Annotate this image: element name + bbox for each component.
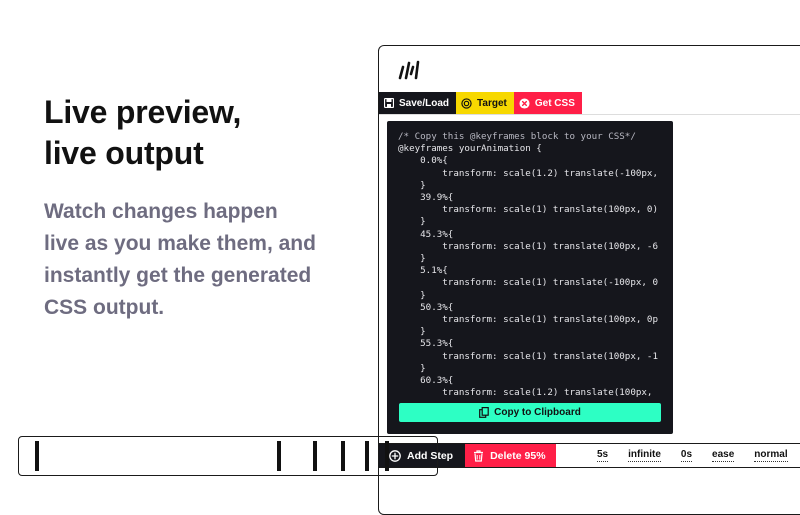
hero-headline-line: live output xyxy=(44,135,204,171)
hero-description-line: live as you make them, and xyxy=(44,232,316,255)
code-line: transform: scale(1.2) translate(100px, xyxy=(398,387,658,399)
code-line: 55.3%{ xyxy=(398,338,454,350)
code-line: transform: scale(1) translate(100px, 0p xyxy=(398,314,658,326)
code-line: } xyxy=(398,216,426,228)
code-line: 45.3%{ xyxy=(398,228,454,240)
code-line: 39.9%{ xyxy=(398,192,454,204)
keyframe-timeline[interactable] xyxy=(18,436,438,476)
keyframe-marker[interactable] xyxy=(313,441,317,471)
hero-description-line: CSS output. xyxy=(44,296,165,319)
hero-headline-line: Live preview, xyxy=(44,94,242,130)
delete-step-button[interactable]: Delete 95% xyxy=(465,444,556,467)
code-line: } xyxy=(398,289,426,301)
code-line: } xyxy=(398,362,426,374)
delay-setting[interactable]: 0s xyxy=(680,449,693,462)
hero-description-line: Watch changes happen xyxy=(44,200,278,223)
keyframe-marker[interactable] xyxy=(365,441,369,471)
code-line: } xyxy=(398,253,426,265)
get-css-label: Get CSS xyxy=(534,97,575,109)
toolbar: Save/Load Target Get CSS xyxy=(379,92,582,114)
keyframe-marker[interactable] xyxy=(385,441,389,471)
direction-setting[interactable]: normal xyxy=(754,449,788,462)
app-logo-icon xyxy=(398,60,420,80)
code-line: transform: scale(1) translate(100px, 0) xyxy=(398,204,658,216)
code-line: @keyframes yourAnimation { xyxy=(398,143,542,155)
copy-to-clipboard-label: Copy to Clipboard xyxy=(494,407,581,418)
code-line: } xyxy=(398,179,426,191)
animation-settings: 5s infinite 0s ease normal xyxy=(597,444,788,467)
code-line: transform: scale(1) translate(-100px, 0 xyxy=(398,277,658,289)
code-comment: /* Copy this @keyframes block to your CS… xyxy=(398,131,636,142)
css-code-block: /* Copy this @keyframes block to your CS… xyxy=(398,131,664,399)
target-tab[interactable]: Target xyxy=(456,92,514,114)
code-line: 5.1%{ xyxy=(398,265,448,277)
duration-setting[interactable]: 5s xyxy=(597,449,609,462)
easing-setting[interactable]: ease xyxy=(712,449,735,462)
target-label: Target xyxy=(477,97,507,109)
close-circle-icon xyxy=(519,97,530,109)
keyframe-marker[interactable] xyxy=(341,441,345,471)
copy-icon xyxy=(479,407,489,418)
code-line: transform: scale(1) translate(100px, -1 xyxy=(398,350,658,362)
code-line: transform: scale(1.2) translate(-100px, xyxy=(398,167,664,179)
save-load-label: Save/Load xyxy=(399,97,450,109)
keyframe-marker[interactable] xyxy=(277,441,281,471)
step-controls-bar: Add Step Delete 95% 5s infinite 0s ease … xyxy=(379,443,800,468)
get-css-tab[interactable]: Get CSS xyxy=(513,92,582,114)
app-window: Save/Load Target Get CSS /* Copy this @k… xyxy=(378,45,800,515)
save-load-tab[interactable]: Save/Load xyxy=(379,92,457,114)
toolbar-divider xyxy=(379,114,800,115)
css-output-panel: /* Copy this @keyframes block to your CS… xyxy=(387,121,673,434)
trash-icon xyxy=(474,449,484,462)
code-line: 0.0%{ xyxy=(398,155,448,167)
save-icon xyxy=(384,98,394,108)
copy-to-clipboard-button[interactable]: Copy to Clipboard xyxy=(399,403,661,422)
code-line: transform: scale(1) translate(100px, -6 xyxy=(398,240,658,252)
code-line: 50.3%{ xyxy=(398,301,454,313)
hero-description: Watch changes happen live as you make th… xyxy=(44,196,364,324)
delete-step-label: Delete 95% xyxy=(490,449,546,462)
target-icon xyxy=(461,97,472,109)
code-line: 60.3%{ xyxy=(398,375,454,387)
iteration-count-setting[interactable]: infinite xyxy=(628,449,661,462)
keyframe-marker[interactable] xyxy=(35,441,39,471)
code-line: } xyxy=(398,326,426,338)
hero-description-line: instantly get the generated xyxy=(44,264,312,287)
hero-headline: Live preview, live output xyxy=(44,92,241,174)
